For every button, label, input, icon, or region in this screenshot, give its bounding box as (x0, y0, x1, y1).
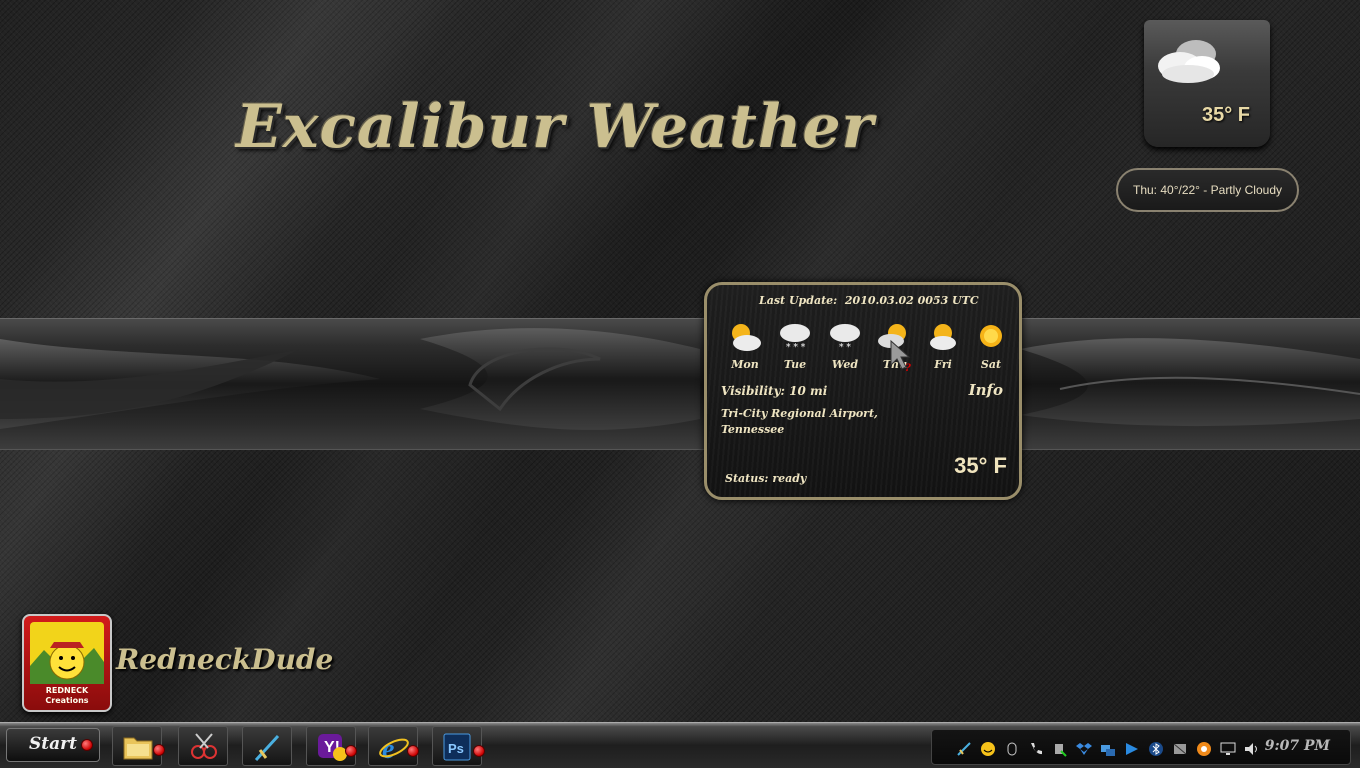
flag-icon[interactable] (1124, 741, 1140, 757)
snow-cloud-icon: * * (830, 324, 860, 353)
app-badge-icon (345, 745, 357, 757)
system-tray: 9:07 PM (931, 729, 1351, 765)
dropbox-icon[interactable] (1076, 741, 1092, 757)
display-icon[interactable] (1220, 741, 1236, 757)
day-label: Tue (783, 358, 807, 371)
visibility-text: Visibility: 10 mi (721, 384, 828, 398)
folder-icon (123, 737, 153, 760)
phone-icon[interactable] (1028, 741, 1044, 757)
sun-cloud-icon (732, 324, 761, 351)
badge-line-1: REDNECK (45, 686, 89, 695)
user-name: RedneckDude (116, 643, 334, 676)
sword-icon (254, 734, 280, 762)
svg-text:* *: * * (839, 343, 851, 353)
sword-icon[interactable] (956, 741, 972, 757)
day-label: Mon (731, 358, 759, 371)
sun-cloud-icon (930, 324, 956, 350)
clock[interactable]: 9:07 PM (1265, 738, 1330, 754)
forecast-pill[interactable]: Thu: 40°/22° - Partly Cloudy (1116, 168, 1299, 212)
taskbar: Start Y! e Ps 9:07 PM (0, 722, 1360, 768)
power-icon[interactable] (1196, 741, 1212, 757)
mouse-cursor-icon: ? (890, 339, 911, 373)
mini-temperature: 35° F (1201, 104, 1250, 126)
scissors-icon (191, 733, 217, 759)
taskbar-app-snipping[interactable] (178, 726, 228, 766)
ie-icon: e (379, 734, 409, 762)
excalibur-weather-logo: Excalibur Weather (236, 92, 875, 162)
day-label: Sat (980, 358, 1002, 371)
forecast-day-tue[interactable]: * * * Tue (773, 321, 817, 371)
usb-icon[interactable] (1052, 741, 1068, 757)
volume-icon[interactable] (1244, 741, 1260, 757)
start-button[interactable]: Start (6, 728, 100, 762)
last-update: Last Update: 2010.03.02 0053 UTC (759, 294, 979, 307)
svg-text:?: ? (905, 363, 911, 373)
taskbar-app-sword[interactable] (242, 726, 292, 766)
start-orb-icon (81, 739, 93, 751)
bluetooth-icon[interactable] (1148, 741, 1164, 757)
current-temperature: 35° F (954, 453, 1007, 478)
day-label: Wed (831, 358, 859, 371)
network-icon[interactable] (1100, 741, 1116, 757)
user-avatar[interactable]: REDNECK Creations (22, 614, 112, 712)
taskbar-app-explorer[interactable] (112, 726, 165, 766)
tribal-pattern (0, 328, 1360, 430)
last-update-label: Last Update: (759, 294, 838, 307)
forecast-day-mon[interactable]: Mon (723, 321, 767, 371)
weather-panel[interactable]: Last Update: 2010.03.02 0053 UTC Mon * *… (704, 282, 1022, 500)
sun-icon (980, 325, 1002, 347)
forecast-day-fri[interactable]: Fri (921, 321, 965, 371)
tribal-wallpaper-band (0, 318, 1360, 450)
app-badge-icon (407, 745, 419, 757)
svg-text:* * *: * * * (786, 343, 806, 353)
photoshop-icon: Ps (443, 733, 471, 761)
info-link[interactable]: Info (969, 381, 1003, 399)
antivirus-icon[interactable] (1172, 741, 1188, 757)
status-text: Status: ready (725, 472, 807, 485)
forecast-day-sat[interactable]: Sat (969, 321, 1013, 371)
photoshop-label: Ps (448, 741, 464, 756)
last-update-value: 2010.03.02 0053 UTC (844, 294, 979, 307)
smiley-icon[interactable] (980, 741, 996, 757)
partly-cloudy-icon (1158, 40, 1220, 83)
yahoo-icon: Y! (318, 734, 347, 761)
location-text: Tri-City Regional Airport, Tennessee (721, 407, 878, 436)
start-label: Start (29, 734, 77, 754)
taskbar-app-internet-explorer[interactable]: e (368, 726, 419, 766)
app-badge-icon (153, 744, 165, 756)
mini-weather-widget[interactable]: 35° F (1144, 20, 1270, 147)
badge-line-2: Creations (45, 696, 89, 705)
taskbar-app-photoshop[interactable]: Ps (432, 726, 485, 766)
user-badge-text: REDNECK Creations (24, 686, 110, 706)
app-badge-icon (473, 745, 485, 757)
mouse-icon[interactable] (1004, 741, 1020, 757)
day-label: Fri (934, 358, 952, 371)
taskbar-app-yahoo[interactable]: Y! (306, 726, 357, 766)
snow-cloud-icon: * * * (780, 324, 810, 353)
forecast-day-wed[interactable]: * * Wed (823, 321, 867, 371)
